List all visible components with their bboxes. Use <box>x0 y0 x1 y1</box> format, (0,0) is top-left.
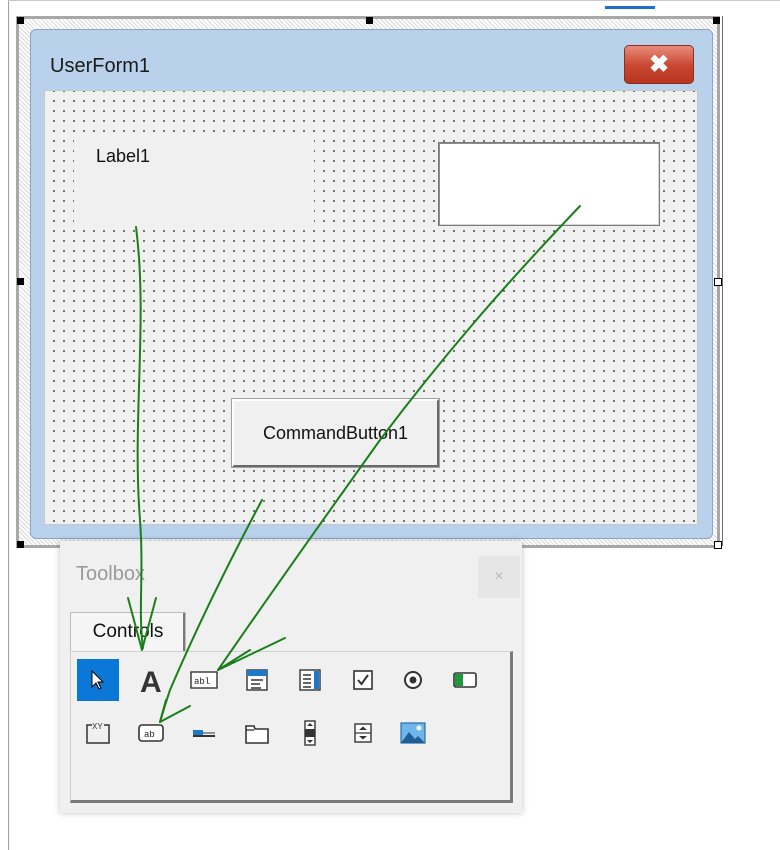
tabstrip-icon <box>193 730 215 737</box>
combobox-tool[interactable] <box>236 659 278 701</box>
togglebutton-icon <box>453 672 477 688</box>
resize-handle-top-left <box>17 17 24 24</box>
combobox-icon <box>246 669 268 691</box>
optionbutton-tool[interactable] <box>392 659 434 701</box>
resize-handle-middle-left <box>17 278 24 285</box>
tab-controls[interactable]: Controls <box>70 612 186 652</box>
image-icon <box>400 722 426 744</box>
resize-handle-bottom-right[interactable] <box>714 541 722 549</box>
command-button-control[interactable]: CommandButton1 <box>231 398 440 468</box>
resize-handle-top-right <box>713 17 720 24</box>
checkbox-tool[interactable] <box>342 659 384 701</box>
designer-right-edge <box>722 16 723 546</box>
optionbutton-icon <box>404 671 422 689</box>
scrollbar-icon <box>304 720 316 746</box>
commandbutton-icon: ab <box>138 724 164 742</box>
scrollbar-tool[interactable] <box>289 712 331 754</box>
image-tool[interactable] <box>392 712 434 754</box>
svg-text:XY: XY <box>92 722 103 731</box>
tabstrip-tool[interactable] <box>183 712 225 754</box>
listbox-tool[interactable] <box>289 659 331 701</box>
frame-icon: XY <box>86 722 110 744</box>
togglebutton-tool[interactable] <box>444 659 486 701</box>
textbox-control[interactable] <box>438 142 660 226</box>
pointer-tool[interactable] <box>77 659 119 701</box>
userform-title: UserForm1 <box>50 55 151 77</box>
listbox-icon <box>299 669 321 691</box>
userform-close-button[interactable]: ✖ <box>624 45 694 84</box>
spinbutton-tool[interactable] <box>342 712 384 754</box>
multipage-tool[interactable] <box>236 712 278 754</box>
close-icon: × <box>494 568 504 585</box>
svg-text:ab: ab <box>144 730 155 740</box>
commandbutton-tool[interactable]: ab <box>130 712 172 754</box>
label-control[interactable]: Label1 <box>96 146 157 167</box>
pointer-icon <box>91 669 105 690</box>
left-border-line <box>8 0 9 850</box>
close-icon: ✖ <box>648 51 670 78</box>
toolbox-title: Toolbox <box>76 563 145 585</box>
resize-handle-middle-right[interactable] <box>714 278 722 286</box>
svg-text:abl: abl <box>194 677 210 687</box>
textbox-icon: abl <box>190 671 218 689</box>
active-tab-marker <box>605 6 655 9</box>
label-tool[interactable]: A <box>130 659 172 701</box>
svg-text:A: A <box>140 666 162 695</box>
spinbutton-icon <box>354 723 372 743</box>
multipage-icon <box>245 725 269 744</box>
toolbox-close-button[interactable]: × <box>478 556 520 598</box>
resize-handle-bottom-left <box>17 541 24 548</box>
top-border-line <box>8 0 780 1</box>
label-icon: A <box>140 666 162 695</box>
textbox-tool[interactable]: abl <box>183 659 225 701</box>
resize-handle-top-middle <box>366 17 373 24</box>
checkbox-icon <box>353 670 373 690</box>
frame-tool[interactable]: XY <box>77 712 119 754</box>
